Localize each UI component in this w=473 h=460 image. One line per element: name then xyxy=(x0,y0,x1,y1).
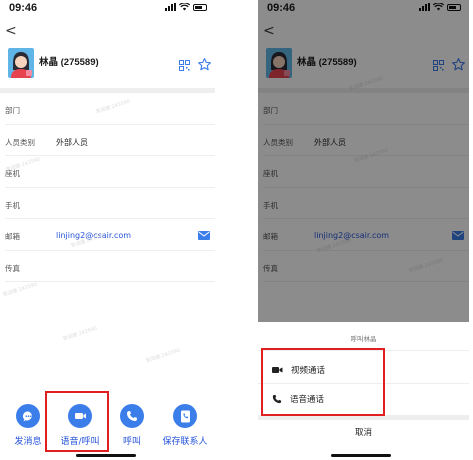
field-row-category: 人员类别 外部人员 xyxy=(5,125,215,156)
watermark: 常润德 243590 xyxy=(62,325,98,343)
avatar xyxy=(8,48,34,78)
highlight-box xyxy=(45,391,109,452)
action-label: 呼叫 xyxy=(122,437,141,447)
cancel-button[interactable]: 取消 xyxy=(258,426,469,438)
profile-header: 林晶 (275589) xyxy=(8,48,215,82)
signal-icon xyxy=(165,3,176,11)
phone-icon xyxy=(120,404,144,428)
status-icons xyxy=(165,3,207,11)
call-button[interactable]: 呼叫 xyxy=(104,404,160,447)
action-label: 保存联系人 xyxy=(162,437,208,447)
mail-icon[interactable] xyxy=(198,231,210,240)
watermark: 常润德 243590 xyxy=(2,281,38,299)
field-value: 外部人员 xyxy=(56,137,88,147)
save-contact-button[interactable]: 保存联系人 xyxy=(157,404,213,447)
highlight-box xyxy=(261,348,385,416)
field-label: 人员类别 xyxy=(5,137,35,147)
chat-bubble-icon xyxy=(16,404,40,428)
field-label: 邮箱 xyxy=(5,232,20,241)
home-indicator xyxy=(76,454,136,457)
field-label: 手机 xyxy=(5,200,20,210)
profile-name: 林晶 (275589) xyxy=(39,57,99,68)
battery-icon xyxy=(193,3,207,11)
field-row-email: 邮箱 linjing2@csair.com xyxy=(5,219,215,251)
contact-detail-screen: 09:46 < 林晶 (275589) 部门 人员类别 外部人员 座机 手机 邮… xyxy=(0,0,215,460)
field-label: 传真 xyxy=(5,263,20,273)
wifi-icon xyxy=(179,3,190,11)
favorite-star-icon[interactable] xyxy=(197,57,212,72)
field-row-mobile: 手机 xyxy=(5,188,215,219)
contact-fields: 部门 人员类别 外部人员 座机 手机 邮箱 linjing2@csair.com… xyxy=(0,93,215,282)
sheet-title: 呼叫林晶 xyxy=(350,335,377,343)
qr-code-icon[interactable] xyxy=(179,60,190,71)
back-button[interactable]: < xyxy=(5,23,17,39)
modal-backdrop[interactable] xyxy=(258,0,469,322)
status-time: 09:46 xyxy=(9,2,38,14)
field-label: 部门 xyxy=(5,106,20,115)
home-indicator xyxy=(331,454,391,457)
call-options-screen: 09:46 < 林晶 (275589) 部门 人员类别 外部人员 座机 手机 邮… xyxy=(258,0,469,460)
field-row-fax: 传真 xyxy=(5,251,215,282)
watermark: 常润德 243590 xyxy=(145,347,181,365)
status-bar: 09:46 xyxy=(0,0,215,18)
contact-card-icon xyxy=(173,404,197,428)
